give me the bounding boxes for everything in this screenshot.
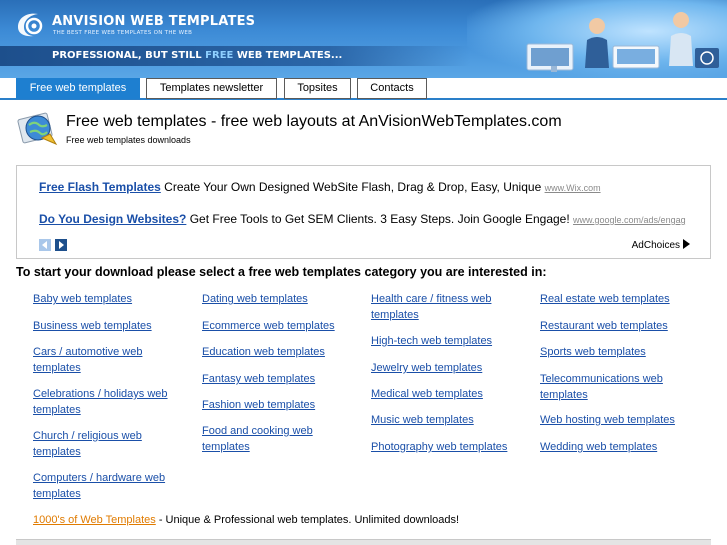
brand-title[interactable]: ANVISION WEB TEMPLATES xyxy=(52,14,255,29)
tab-free-web-templates[interactable]: Free web templates xyxy=(16,78,140,99)
page-title: Free web templates - free web layouts at… xyxy=(66,113,562,130)
category-link-food[interactable]: Food and cooking web templates xyxy=(202,424,352,455)
header-banner: ANVISION WEB TEMPLATES THE BEST FREE WEB… xyxy=(0,0,727,78)
category-link-fantasy[interactable]: Fantasy web templates xyxy=(202,372,352,388)
ad-url[interactable]: www.google.com/ads/engag xyxy=(573,215,686,225)
slogan-start: PROFESSIONAL, BUT STILL xyxy=(52,50,206,61)
header-slogan: PROFESSIONAL, BUT STILL FREE WEB TEMPLAT… xyxy=(52,50,342,61)
category-link-computers[interactable]: Computers / hardware web templates xyxy=(33,471,183,502)
category-link-dating[interactable]: Dating web templates xyxy=(202,292,352,308)
category-link-business[interactable]: Business web templates xyxy=(33,319,183,335)
category-link-baby[interactable]: Baby web templates xyxy=(33,292,183,308)
slogan-free: FREE xyxy=(205,50,234,61)
anvision-logo-icon[interactable] xyxy=(14,9,50,39)
ad-next-arrow-icon[interactable] xyxy=(55,239,67,251)
templates-globe-icon xyxy=(17,112,58,146)
category-link-sports[interactable]: Sports web templates xyxy=(540,345,690,361)
adchoices-label: AdChoices xyxy=(631,240,680,251)
category-link-web-hosting[interactable]: Web hosting web templates xyxy=(540,413,690,429)
people-at-computers-illustration-icon xyxy=(526,12,719,72)
adchoices-link[interactable]: AdChoices xyxy=(632,239,690,251)
category-link-jewelry[interactable]: Jewelry web templates xyxy=(371,361,521,377)
ad-box: Free Flash Templates Create Your Own Des… xyxy=(16,165,711,259)
ad-item: Do You Design Websites? Get Free Tools t… xyxy=(39,212,686,226)
promo-text: - Unique & Professional web templates. U… xyxy=(155,514,460,526)
category-link-high-tech[interactable]: High-tech web templates xyxy=(371,334,521,350)
category-link-medical[interactable]: Medical web templates xyxy=(371,387,521,403)
brand-tagline: THE BEST FREE WEB TEMPLATES ON THE WEB xyxy=(53,30,193,36)
chevron-left-icon xyxy=(42,241,47,249)
tab-contacts[interactable]: Contacts xyxy=(357,78,427,99)
category-link-celebrations[interactable]: Celebrations / holidays web templates xyxy=(33,387,183,418)
tab-topsites[interactable]: Topsites xyxy=(284,78,351,99)
main-nav: Free web templates Templates newsletter … xyxy=(0,78,727,100)
category-heading: To start your download please select a f… xyxy=(16,265,547,279)
ad-url[interactable]: www.Wix.com xyxy=(545,183,601,193)
ad-text: Create Your Own Designed WebSite Flash, … xyxy=(160,180,545,194)
chevron-right-icon xyxy=(59,241,64,249)
footer-promo: 1000's of Web Templates - Unique & Profe… xyxy=(33,514,459,526)
tab-templates-newsletter[interactable]: Templates newsletter xyxy=(146,78,277,99)
category-link-health[interactable]: Health care / fitness web templates xyxy=(371,292,521,323)
category-link-church[interactable]: Church / religious web templates xyxy=(33,429,183,460)
category-link-education[interactable]: Education web templates xyxy=(202,345,352,361)
slogan-end: WEB TEMPLATES... xyxy=(233,50,343,61)
category-link-fashion[interactable]: Fashion web templates xyxy=(202,398,352,414)
category-link-photography[interactable]: Photography web templates xyxy=(371,440,521,456)
category-link-real-estate[interactable]: Real estate web templates xyxy=(540,292,690,308)
ad-text: Get Free Tools to Get SEM Clients. 3 Eas… xyxy=(186,212,574,226)
adchoices-icon xyxy=(683,239,690,249)
promo-link[interactable]: 1000's of Web Templates xyxy=(33,514,156,526)
ad-item: Free Flash Templates Create Your Own Des… xyxy=(39,180,601,194)
ad-link[interactable]: Free Flash Templates xyxy=(39,180,161,194)
ad-prev-arrow-icon[interactable] xyxy=(39,239,51,251)
category-link-restaurant[interactable]: Restaurant web templates xyxy=(540,319,690,335)
bottom-bar xyxy=(16,539,711,545)
category-link-telecommunications[interactable]: Telecommunications web templates xyxy=(540,372,690,403)
category-link-music[interactable]: Music web templates xyxy=(371,413,521,429)
ad-link[interactable]: Do You Design Websites? xyxy=(39,212,186,226)
category-link-ecommerce[interactable]: Ecommerce web templates xyxy=(202,319,352,335)
page-subtitle: Free web templates downloads xyxy=(66,135,191,145)
category-link-wedding[interactable]: Wedding web templates xyxy=(540,440,690,456)
category-link-cars[interactable]: Cars / automotive web templates xyxy=(33,345,183,376)
